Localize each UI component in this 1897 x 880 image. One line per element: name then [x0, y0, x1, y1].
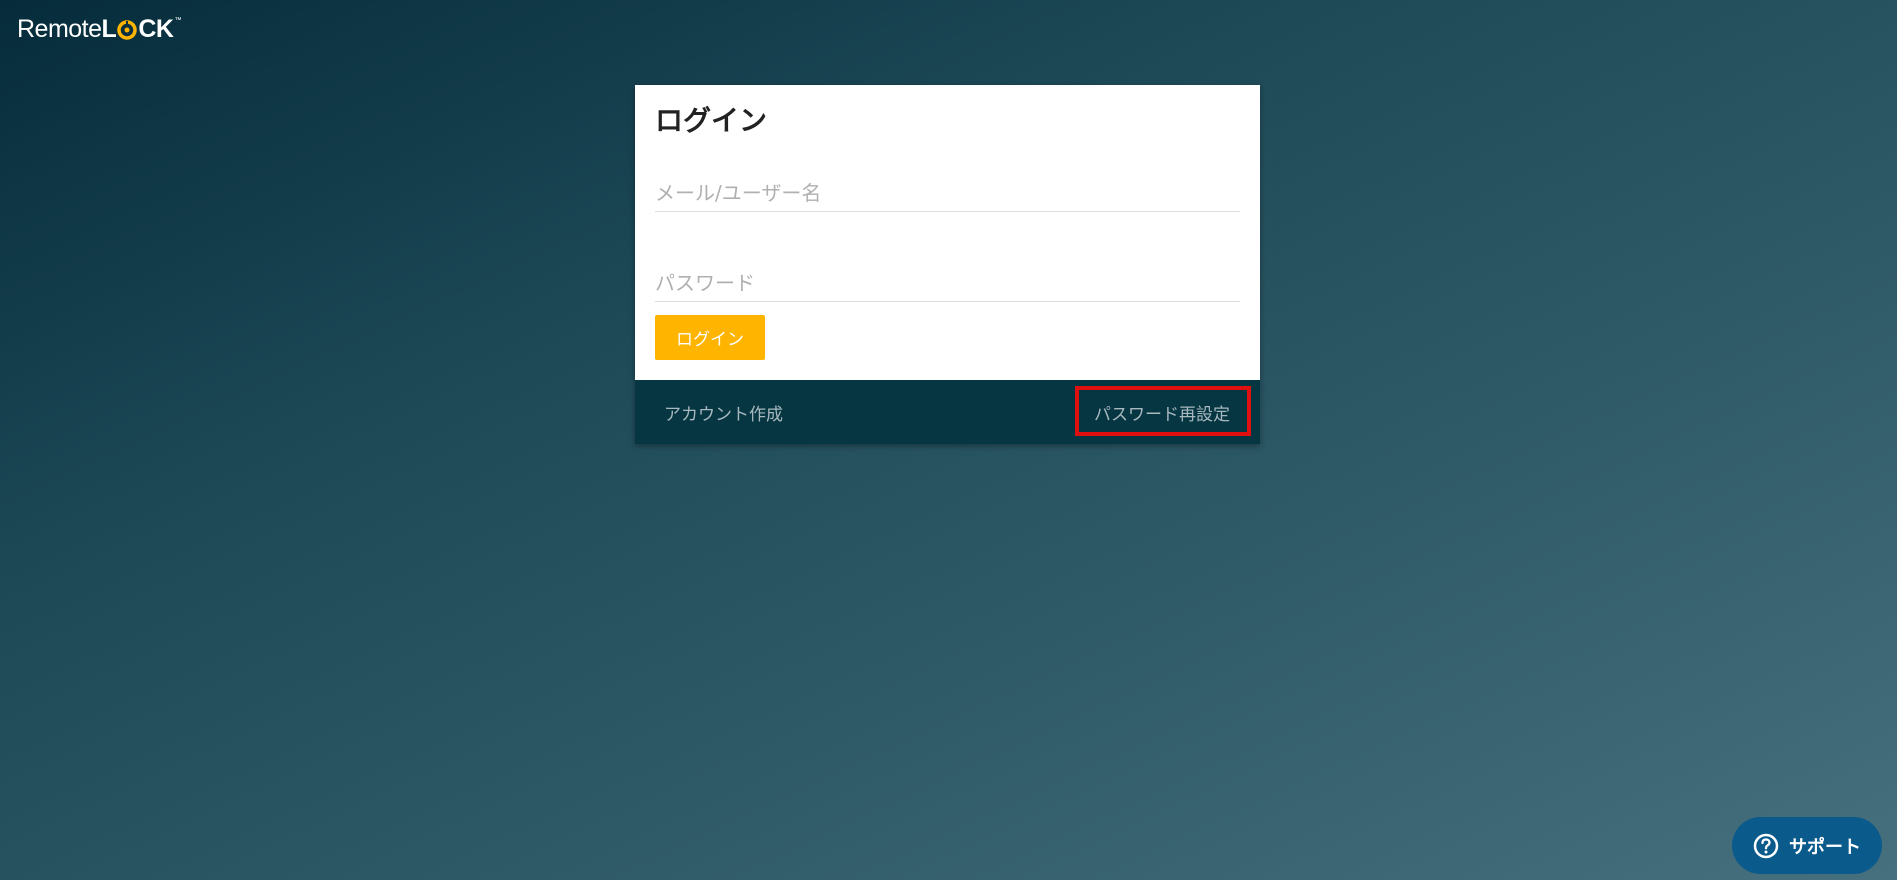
support-button[interactable]: サポート — [1732, 817, 1882, 874]
reset-password-link[interactable]: パスワード再設定 — [1094, 380, 1230, 444]
question-circle-icon — [1753, 833, 1779, 858]
logo-text-lock: L CK ™ — [101, 14, 182, 44]
password-input[interactable] — [655, 271, 1240, 302]
logo-text-remote: Remote — [17, 14, 102, 43]
login-card: ログイン ログイン アカウント作成 パスワード再設定 — [635, 85, 1260, 444]
logo-letters-ck: CK — [138, 14, 174, 43]
logo-letter-l: L — [101, 14, 117, 43]
login-card-body: ログイン ログイン — [635, 85, 1260, 380]
remotelock-logo: Remote L CK ™ — [17, 14, 181, 44]
create-account-link[interactable]: アカウント作成 — [664, 380, 783, 444]
trademark-symbol: ™ — [174, 16, 181, 24]
email-username-input[interactable] — [655, 181, 1240, 212]
login-button[interactable]: ログイン — [655, 315, 765, 360]
login-card-footer: アカウント作成 パスワード再設定 — [635, 380, 1260, 444]
support-label: サポート — [1789, 836, 1861, 858]
page-title: ログイン — [655, 104, 768, 137]
lock-dial-icon — [117, 20, 138, 40]
